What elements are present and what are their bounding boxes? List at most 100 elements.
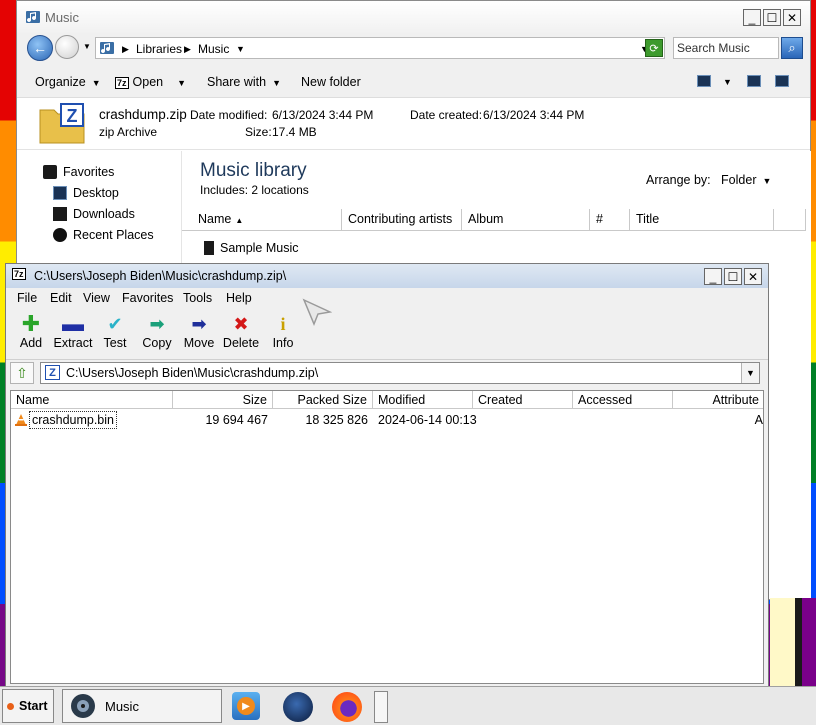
close-button[interactable]: ✕ [744, 268, 762, 285]
move-button[interactable]: ➡ Move [177, 310, 221, 356]
info-button[interactable]: i Info [261, 310, 305, 356]
nav-downloads[interactable]: Downloads [73, 207, 135, 221]
chevron-down-icon[interactable]: ▼ [762, 176, 771, 186]
play-icon: ▶ [237, 697, 255, 715]
column-packed-size[interactable]: Packed Size [273, 391, 373, 409]
column-extra[interactable] [774, 209, 806, 231]
media-player-button[interactable]: ▶ [232, 692, 260, 720]
start-button[interactable]: Start [2, 689, 54, 723]
chevron-down-icon[interactable]: ▼ [83, 42, 91, 51]
minimize-icon: _ [709, 269, 717, 284]
arrange-by: Arrange by: Folder ▼ [646, 173, 771, 187]
sort-ascending-icon: ▲ [235, 216, 244, 225]
start-orb-icon [7, 702, 14, 710]
refresh-icon: ⟳ [649, 42, 659, 55]
copy-button[interactable]: ➡ Copy [135, 310, 179, 356]
maximize-button[interactable]: ☐ [724, 268, 742, 285]
menu-help[interactable]: Help [226, 291, 252, 305]
column-created[interactable]: Created [473, 391, 573, 409]
share-with-label: Share with [207, 75, 267, 89]
column-name-label: Name [198, 212, 232, 226]
view-dropdown-icon[interactable]: ▼ [723, 77, 732, 87]
breadcrumb-dropdown-icon[interactable]: ▼ [236, 44, 245, 54]
nav-recent-places[interactable]: Recent Places [73, 228, 154, 242]
column-contributing-artists[interactable]: Contributing artists [342, 209, 462, 231]
list-item[interactable]: Sample Music [220, 241, 299, 255]
firefox-icon[interactable] [332, 692, 362, 722]
menu-file[interactable]: File [17, 291, 37, 305]
breadcrumb-music[interactable]: Music [198, 42, 229, 56]
column-size[interactable]: Size [173, 391, 273, 409]
help-icon[interactable] [775, 75, 789, 87]
open-button[interactable]: 7z Open ▼ [115, 75, 186, 89]
back-button[interactable]: ← [27, 35, 53, 61]
nav-favorites[interactable]: Favorites [63, 165, 114, 179]
explorer-title-bar[interactable]: Music _ ☐ ✕ [17, 1, 810, 33]
up-folder-button[interactable]: ⇧ [10, 362, 34, 384]
organize-button[interactable]: Organize ▼ [35, 75, 101, 89]
column-name[interactable]: Name ▲ [182, 209, 342, 231]
minimize-icon: _ [748, 10, 756, 25]
view-options-icon[interactable] [697, 75, 711, 87]
menu-tools[interactable]: Tools [183, 291, 212, 305]
column-attribute[interactable]: Attribute [673, 391, 763, 409]
path-dropdown-button[interactable]: ▼ [741, 363, 759, 383]
forward-button[interactable] [55, 35, 79, 59]
close-button[interactable]: ✕ [783, 9, 801, 26]
downloads-icon [53, 207, 67, 221]
open-label: Open [132, 75, 164, 89]
search-input[interactable]: Search Music [673, 37, 779, 59]
path-input[interactable]: Z C:\Users\Joseph Biden\Music\crashdump.… [40, 362, 760, 384]
maximize-button[interactable]: ☐ [763, 9, 781, 26]
menu-edit[interactable]: Edit [50, 291, 72, 305]
column-album[interactable]: Album [462, 209, 590, 231]
share-with-button[interactable]: Share with ▼ [207, 75, 281, 89]
test-button[interactable]: ✔ Test [93, 310, 137, 356]
minimize-button[interactable]: _ [743, 9, 761, 26]
breadcrumb-libraries[interactable]: Libraries [136, 42, 182, 56]
new-folder-button[interactable]: New folder [301, 75, 361, 89]
taskbar-overflow-button[interactable] [374, 691, 388, 723]
column-title[interactable]: Title [630, 209, 774, 231]
column-modified[interactable]: Modified [373, 391, 473, 409]
start-label: Start [19, 699, 48, 713]
folder-icon [204, 241, 214, 255]
column-number[interactable]: # [590, 209, 630, 231]
taskbar-item-music[interactable]: Music [62, 689, 222, 723]
command-bar: Organize ▼ 7z Open ▼ Share with ▼ New folder… [17, 65, 810, 98]
preview-pane-icon[interactable] [747, 75, 761, 87]
taskbar: Start Music ▶ [0, 686, 816, 725]
chevron-down-icon: ▼ [177, 78, 187, 88]
file-type: zip Archive [99, 125, 158, 139]
delete-button[interactable]: ✖ Delete [219, 310, 263, 356]
file-list: Name Size Packed Size Modified Created A… [10, 390, 764, 684]
arrange-value-dropdown[interactable]: Folder [721, 173, 756, 187]
menu-favorites[interactable]: Favorites [122, 291, 173, 305]
maximize-icon: ☐ [766, 10, 778, 25]
close-icon: ✕ [786, 10, 798, 25]
path-bar: ⇧ Z C:\Users\Joseph Biden\Music\crashdum… [6, 360, 768, 388]
desktop-icon [53, 186, 67, 200]
library-includes[interactable]: Includes: 2 locations [200, 183, 309, 197]
address-bar[interactable]: ▶ Libraries ▶ Music ▼ ▼ [95, 37, 665, 59]
nav-desktop[interactable]: Desktop [73, 186, 119, 200]
recent-places-icon [53, 228, 67, 242]
search-button[interactable]: ⌕ [781, 37, 803, 59]
copy-label: Copy [142, 336, 172, 350]
7zip-icon: 7z [12, 268, 26, 280]
music-app-icon [71, 694, 95, 718]
organize-label: Organize [35, 75, 86, 89]
address-bar-row: ← ▼ ▶ Libraries ▶ Music ▼ ▼ ⟳ Search Mus… [17, 33, 810, 65]
add-button[interactable]: ✚ Add [9, 310, 53, 356]
menu-view[interactable]: View [83, 291, 110, 305]
7zip-title-bar[interactable]: 7z C:\Users\Joseph Biden\Music\crashdump… [6, 264, 768, 288]
search-placeholder: Search Music [677, 41, 750, 55]
refresh-button[interactable]: ⟳ [645, 39, 663, 57]
vlc-cone-icon [15, 414, 27, 426]
column-name[interactable]: Name [11, 391, 173, 409]
zip-archive-icon: Z [45, 365, 60, 380]
column-accessed[interactable]: Accessed [573, 391, 673, 409]
minimize-button[interactable]: _ [704, 268, 722, 285]
globe-browser-icon[interactable] [283, 692, 313, 722]
extract-button[interactable]: ▬ Extract [51, 310, 95, 356]
